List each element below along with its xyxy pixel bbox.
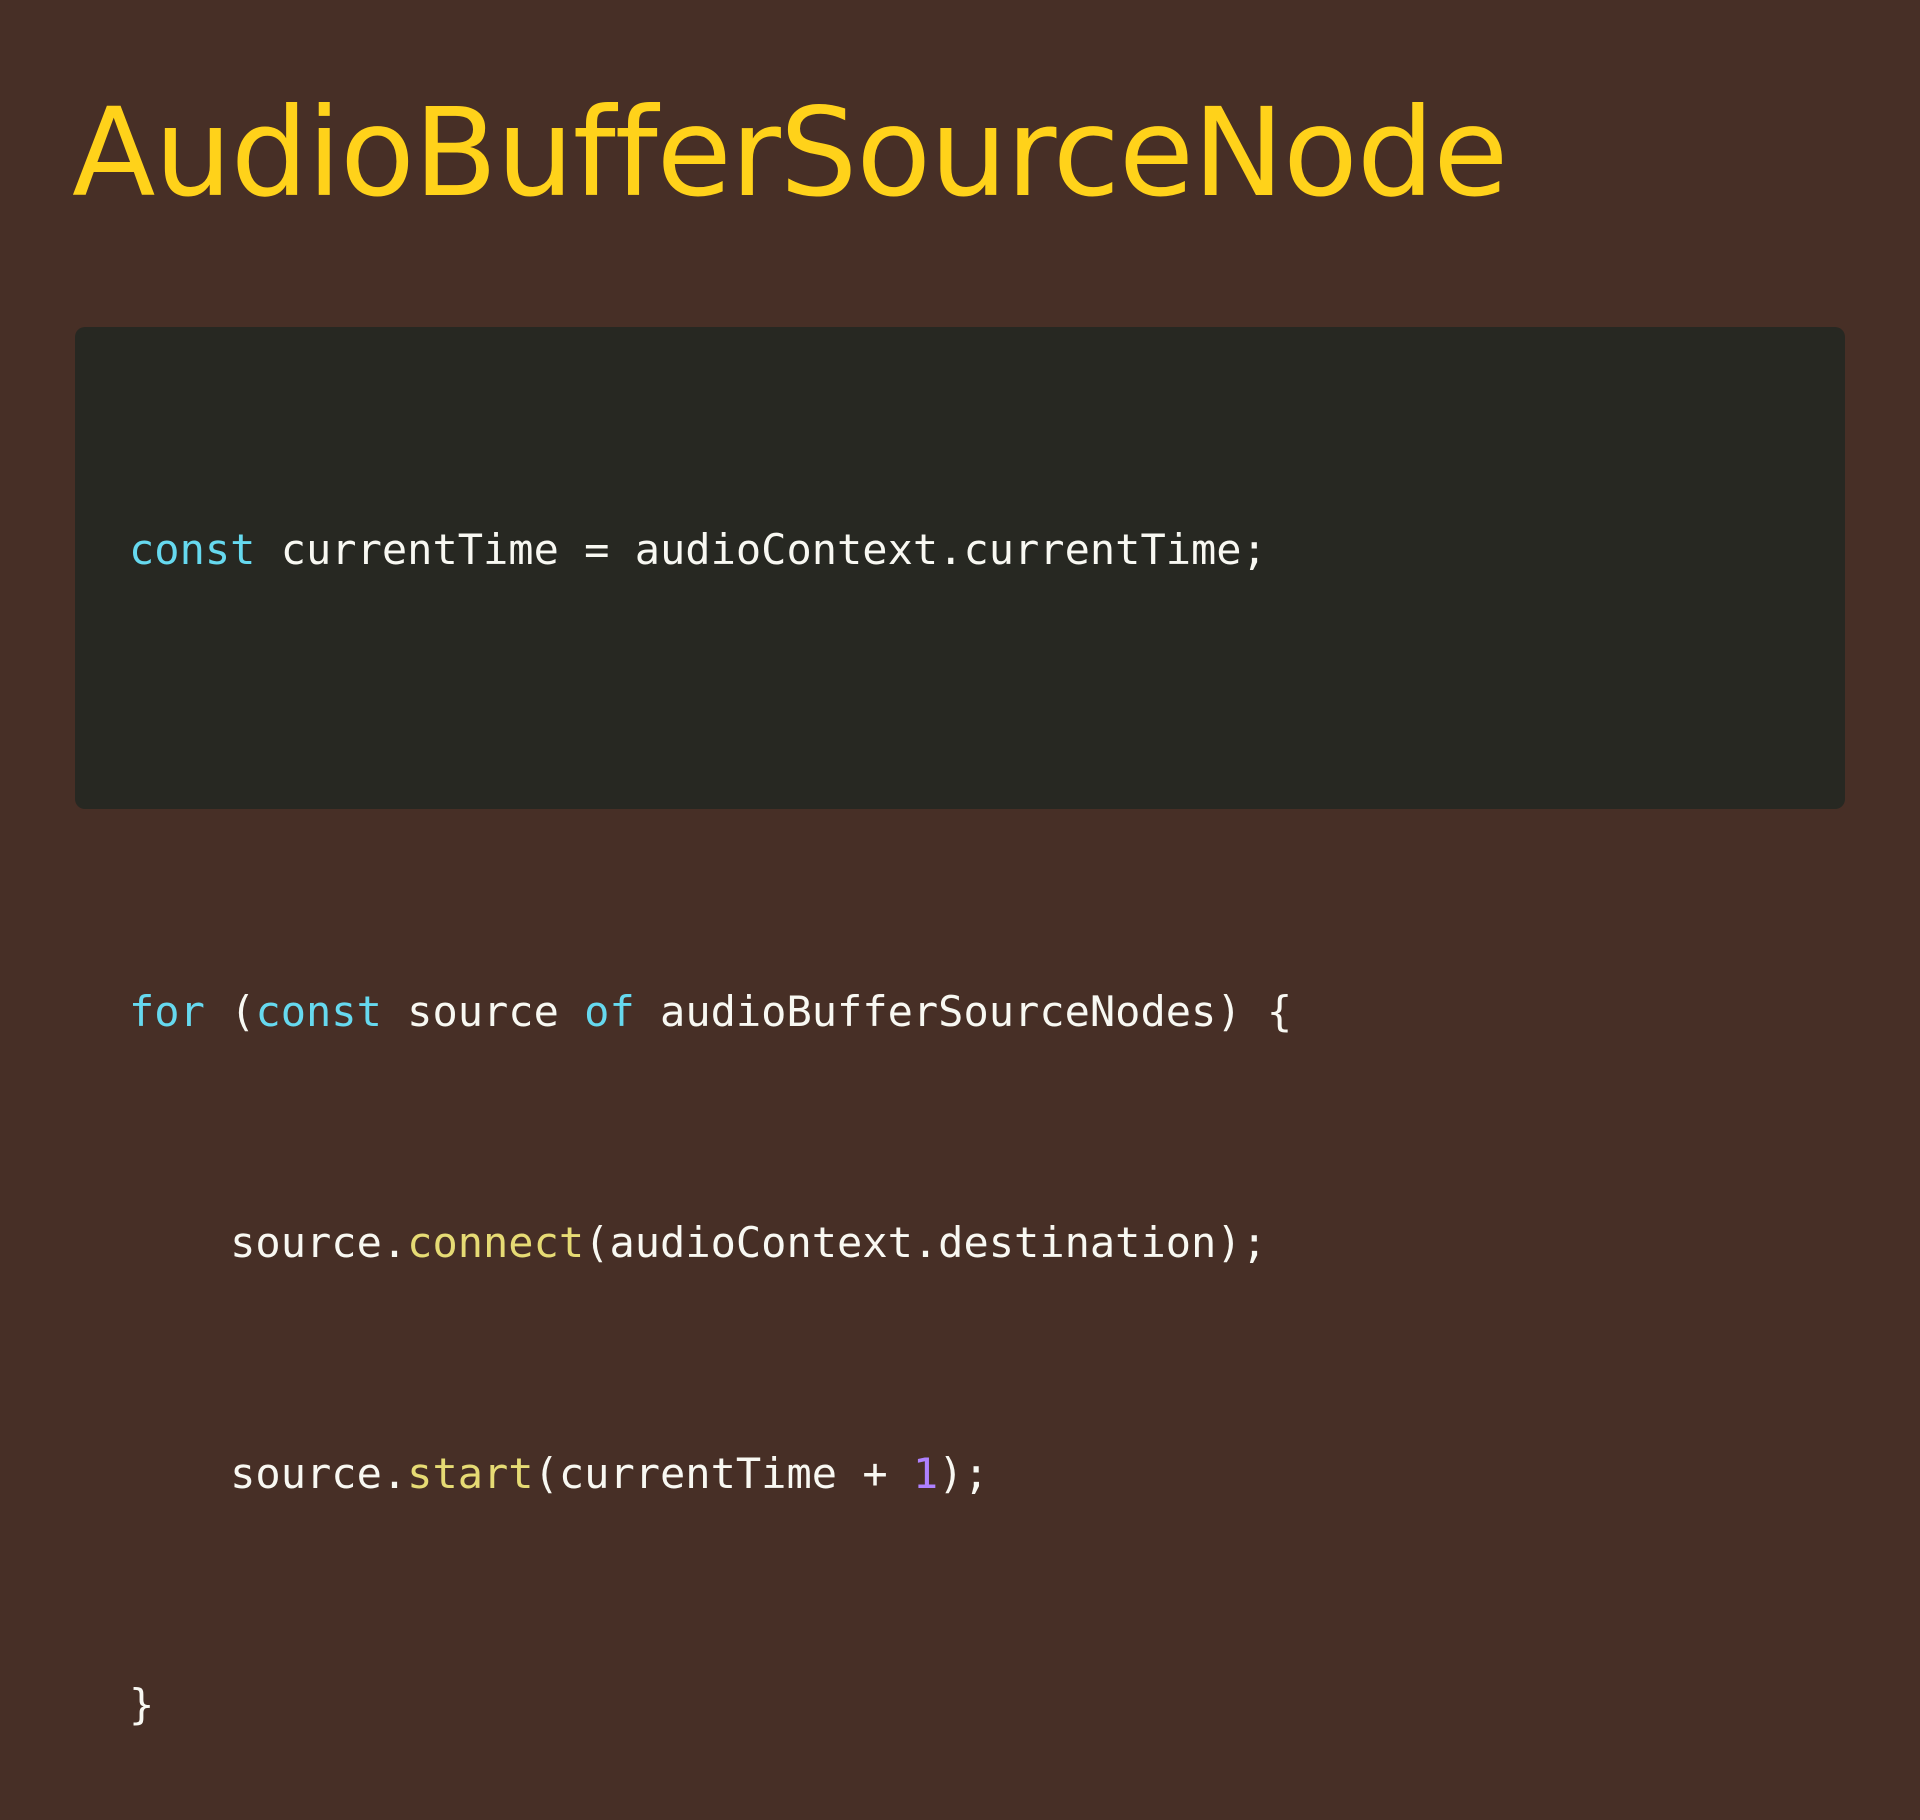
keyword-token: for: [129, 987, 205, 1036]
code-token: source: [381, 987, 585, 1036]
code-token: );: [938, 1449, 989, 1498]
function-token: connect: [407, 1218, 585, 1267]
keyword-token: of: [584, 987, 635, 1036]
slide-title: AudioBufferSourceNode: [72, 82, 1508, 224]
code-line-5: source.start(currentTime + 1);: [129, 1435, 1845, 1512]
code-token: (audioContext.destination);: [584, 1218, 1267, 1267]
number-token: 1: [912, 1449, 939, 1498]
code-block: const currentTime = audioContext.current…: [75, 327, 1845, 1729]
keyword-token: const: [255, 987, 382, 1036]
code-token: (currentTime +: [533, 1449, 913, 1498]
code-token: (: [204, 987, 256, 1036]
code-token: source.: [129, 1218, 408, 1267]
code-line-4: source.connect(audioContext.destination)…: [129, 1204, 1845, 1281]
code-token: audioBufferSourceNodes) {: [634, 987, 1293, 1036]
code-line-2-blank: [129, 742, 1845, 819]
code-line-1: const currentTime = audioContext.current…: [129, 511, 1845, 588]
code-token: }: [129, 1680, 155, 1729]
code-line-6: }: [129, 1666, 1845, 1743]
code-token: source.: [129, 1449, 408, 1498]
code-line-3: for (const source of audioBufferSourceNo…: [129, 973, 1845, 1050]
function-token: start: [407, 1449, 534, 1498]
code-token: currentTime = audioContext.currentTime;: [255, 525, 1267, 574]
keyword-token: const: [129, 525, 256, 574]
